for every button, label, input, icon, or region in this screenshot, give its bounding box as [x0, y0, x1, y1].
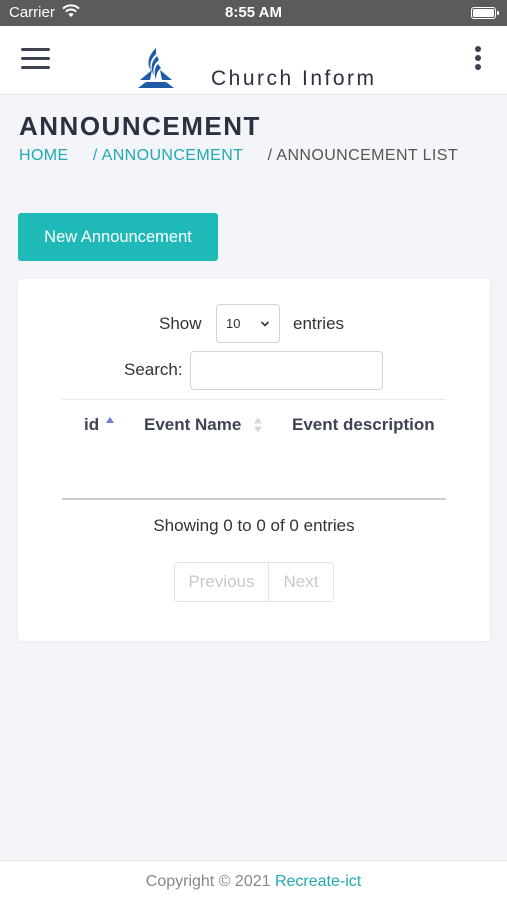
page-title: ANNOUNCEMENT	[19, 111, 261, 141]
page-length-value: 10	[226, 316, 241, 331]
search-label: Search:	[124, 360, 183, 379]
kebab-menu-icon[interactable]	[474, 46, 482, 74]
show-label: Show	[159, 314, 202, 333]
footer: Copyright © 2021 Recreate-ict	[0, 860, 507, 900]
copyright-text: Copyright © 2021	[145, 873, 271, 890]
announcement-table-card: Show 10 entries Search: id Event Name Ev…	[18, 279, 490, 641]
page-length-select[interactable]: 10	[216, 304, 280, 343]
battery-icon	[471, 7, 499, 19]
breadcrumb-home[interactable]: HOME	[19, 147, 69, 164]
hamburger-menu-icon[interactable]	[21, 48, 50, 72]
brand-name[interactable]: Church Inform	[211, 67, 377, 91]
breadcrumb-current: / ANNOUNCEMENT LIST	[267, 147, 459, 164]
breadcrumb-announcement[interactable]: / ANNOUNCEMENT	[93, 147, 244, 164]
pagination: Previous Next	[174, 562, 334, 602]
clock: 8:55 AM	[225, 4, 282, 21]
company-link[interactable]: Recreate-ict	[275, 873, 361, 890]
next-page-button[interactable]: Next	[269, 563, 333, 601]
sort-ascending-icon	[106, 417, 114, 423]
church-logo	[138, 48, 174, 88]
column-header-id[interactable]: id	[84, 415, 99, 435]
search-input[interactable]	[190, 351, 383, 390]
table-bottom-border	[62, 498, 446, 500]
table-info: Showing 0 to 0 of 0 entries	[153, 516, 355, 535]
top-navbar: Church Inform	[0, 26, 507, 95]
new-announcement-button[interactable]: New Announcement	[18, 213, 218, 261]
chevron-down-icon	[260, 321, 270, 327]
previous-page-button[interactable]: Previous	[175, 563, 269, 601]
status-bar: Carrier 8:55 AM	[0, 0, 507, 26]
sort-icon	[254, 417, 262, 433]
breadcrumb: HOME / ANNOUNCEMENT / ANNOUNCEMENT LIST	[19, 147, 458, 165]
column-header-event-name[interactable]: Event Name	[144, 415, 241, 435]
entries-label: entries	[293, 314, 345, 333]
table-top-border	[62, 399, 446, 400]
column-header-event-description[interactable]: Event description	[292, 415, 435, 435]
